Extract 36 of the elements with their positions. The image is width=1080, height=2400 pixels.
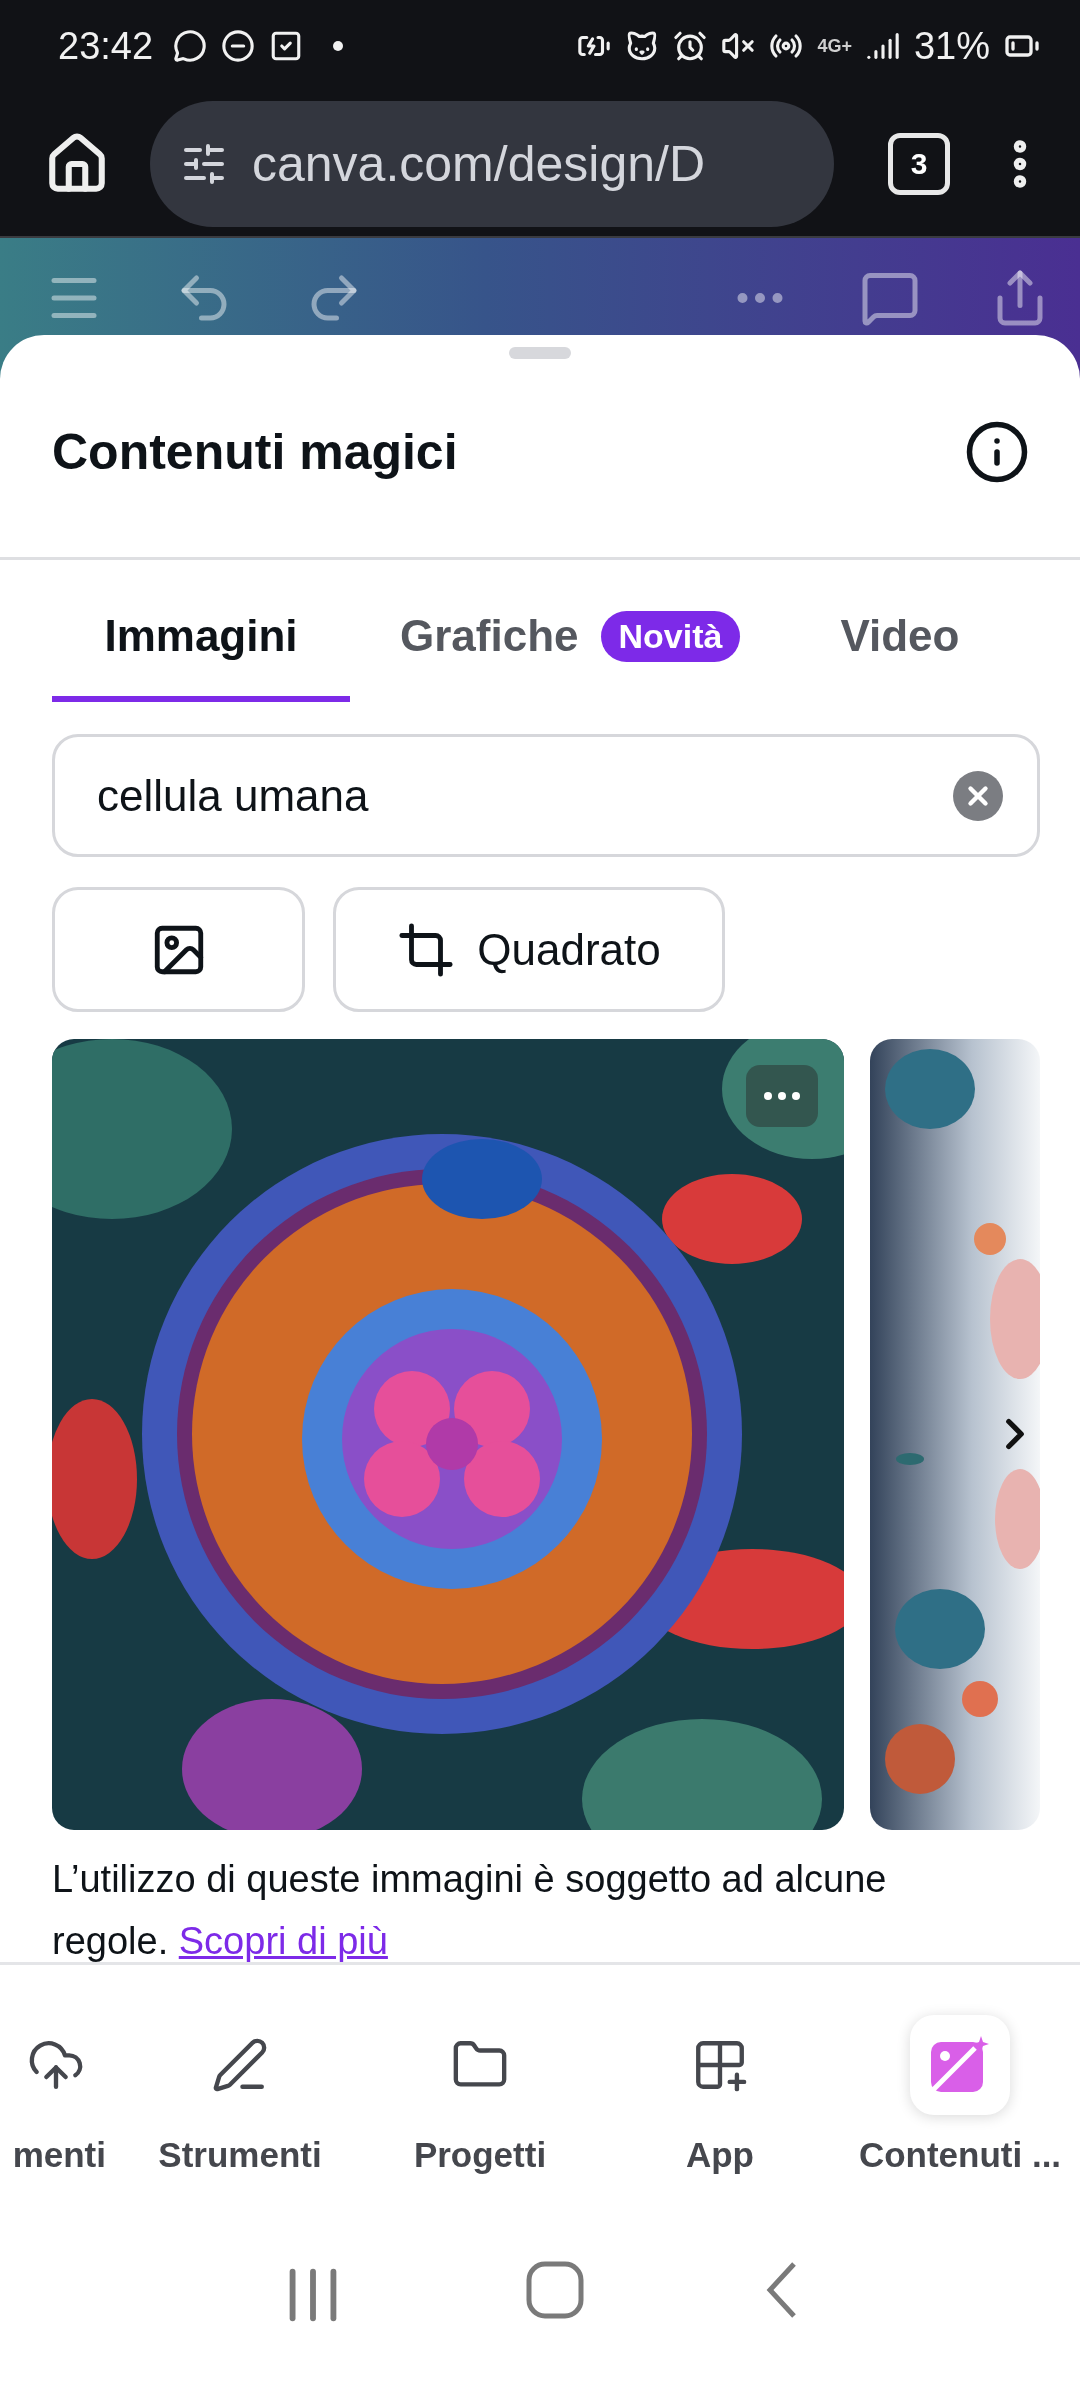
battery-level: 31% xyxy=(913,24,990,68)
network-type: 4G+ xyxy=(817,37,852,56)
tab[interactable]: Grafiche Novità xyxy=(350,590,791,702)
pen-icon xyxy=(211,2036,269,2094)
tab[interactable]: Video xyxy=(790,590,1010,702)
nav-item[interactable]: menti xyxy=(0,1965,120,2260)
chat-icon xyxy=(173,29,208,64)
more-options-button[interactable] xyxy=(746,1065,818,1127)
address-bar[interactable]: canva.com/design/D xyxy=(150,101,834,228)
learn-more-link[interactable]: Scopri di più xyxy=(178,1920,388,1962)
search-input[interactable]: cellula umana xyxy=(95,769,953,822)
nav-item[interactable]: Progetti xyxy=(360,1965,600,2260)
crop-icon xyxy=(397,920,456,979)
do-not-disturb-icon xyxy=(221,29,256,64)
clear-button[interactable] xyxy=(953,770,1003,821)
tab-label: Immagini xyxy=(104,611,298,661)
drag-handle[interactable] xyxy=(509,347,571,359)
panel-title: Contenuti magici xyxy=(52,423,458,481)
clock: 23:42 xyxy=(58,24,154,68)
tab-count-button[interactable]: 3 xyxy=(888,133,950,196)
nav-item[interactable]: App xyxy=(600,1965,840,2260)
usage-notice: L’utilizzo di queste immagini è soggetto ad alcune regole. Scopri di più xyxy=(52,1857,888,1962)
style-button[interactable] xyxy=(52,887,305,1012)
url-text: canva.com/design/D xyxy=(252,135,705,194)
tab-label: Grafiche xyxy=(400,611,579,661)
nav-item[interactable]: Strumenti xyxy=(120,1965,360,2260)
info-icon[interactable] xyxy=(964,419,1030,485)
tab[interactable]: Immagini xyxy=(52,590,350,702)
new-badge: Novità xyxy=(600,610,741,662)
more-icon xyxy=(764,1092,800,1100)
aspect-ratio-button[interactable]: Quadrato xyxy=(333,887,725,1012)
nav-item[interactable]: Contenuti ... xyxy=(840,1965,1080,2260)
tab-label: Video xyxy=(840,611,960,661)
search-field[interactable]: cellula umana xyxy=(52,734,1040,857)
home-button-icon[interactable] xyxy=(525,2260,585,2320)
notification-dot xyxy=(333,41,344,52)
